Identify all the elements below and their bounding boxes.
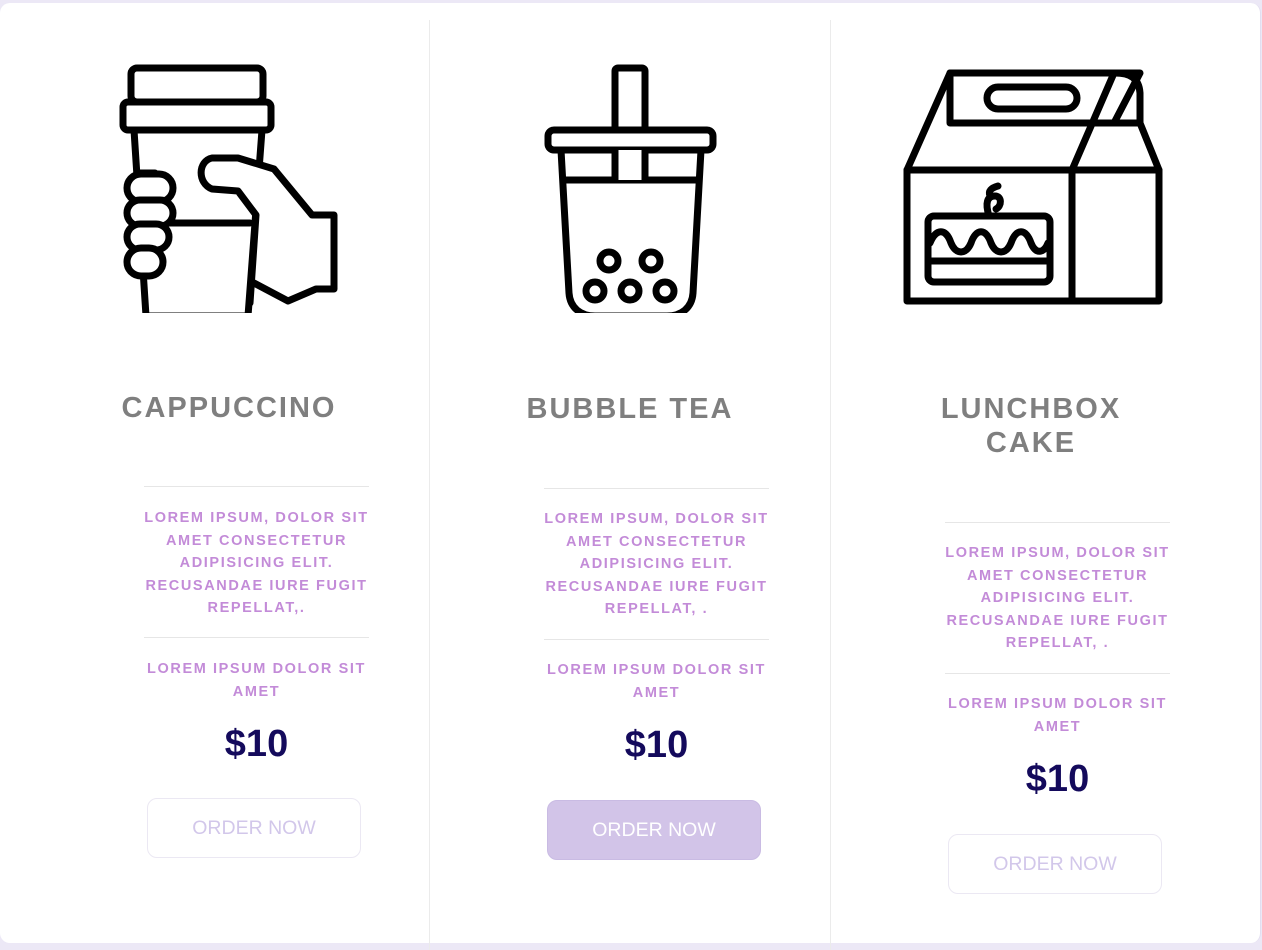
order-now-button[interactable]: ORDER NOW	[948, 834, 1162, 894]
product-title: BUBBLE TEA	[526, 393, 734, 425]
order-now-button[interactable]: ORDER NOW	[547, 800, 761, 860]
divider	[544, 488, 769, 489]
lunchbox-cake-icon	[903, 69, 1163, 305]
product-title: CAPPUCCINO	[121, 392, 337, 424]
product-title: LUNCHBOX CAKE	[940, 393, 1122, 459]
order-now-button[interactable]: ORDER NOW	[147, 798, 361, 858]
product-description: LOREM IPSUM, DOLOR SIT AMET CONSECTETUR …	[945, 545, 1170, 651]
product-column-cappuccino: CAPPUCCINO LOREM IPSUM, DOLOR SIT AMET C…	[29, 20, 429, 950]
coffee-cup-hand-icon	[119, 64, 338, 313]
product-price: $10	[1025, 758, 1090, 800]
bubble-tea-icon	[544, 64, 717, 313]
product-price: $10	[224, 723, 289, 765]
divider	[945, 522, 1170, 523]
product-price: $10	[624, 724, 689, 766]
divider	[144, 637, 369, 638]
product-subtitle: LOREM IPSUM DOLOR SIT AMET	[547, 662, 766, 701]
product-subtitle: LOREM IPSUM DOLOR SIT AMET	[948, 696, 1167, 735]
divider	[945, 673, 1170, 674]
pricing-card-container: CAPPUCCINO LOREM IPSUM, DOLOR SIT AMET C…	[0, 3, 1261, 950]
product-subtitle: LOREM IPSUM DOLOR SIT AMET	[147, 661, 366, 700]
product-column-lunchbox-cake: LUNCHBOX CAKE LOREM IPSUM, DOLOR SIT AME…	[830, 20, 1231, 950]
product-column-bubble-tea: BUBBLE TEA LOREM IPSUM, DOLOR SIT AMET C…	[429, 20, 830, 950]
divider	[144, 486, 369, 487]
product-description: LOREM IPSUM, DOLOR SIT AMET CONSECTETUR …	[544, 511, 769, 617]
product-description: LOREM IPSUM, DOLOR SIT AMET CONSECTETUR …	[144, 510, 369, 616]
divider	[544, 639, 769, 640]
